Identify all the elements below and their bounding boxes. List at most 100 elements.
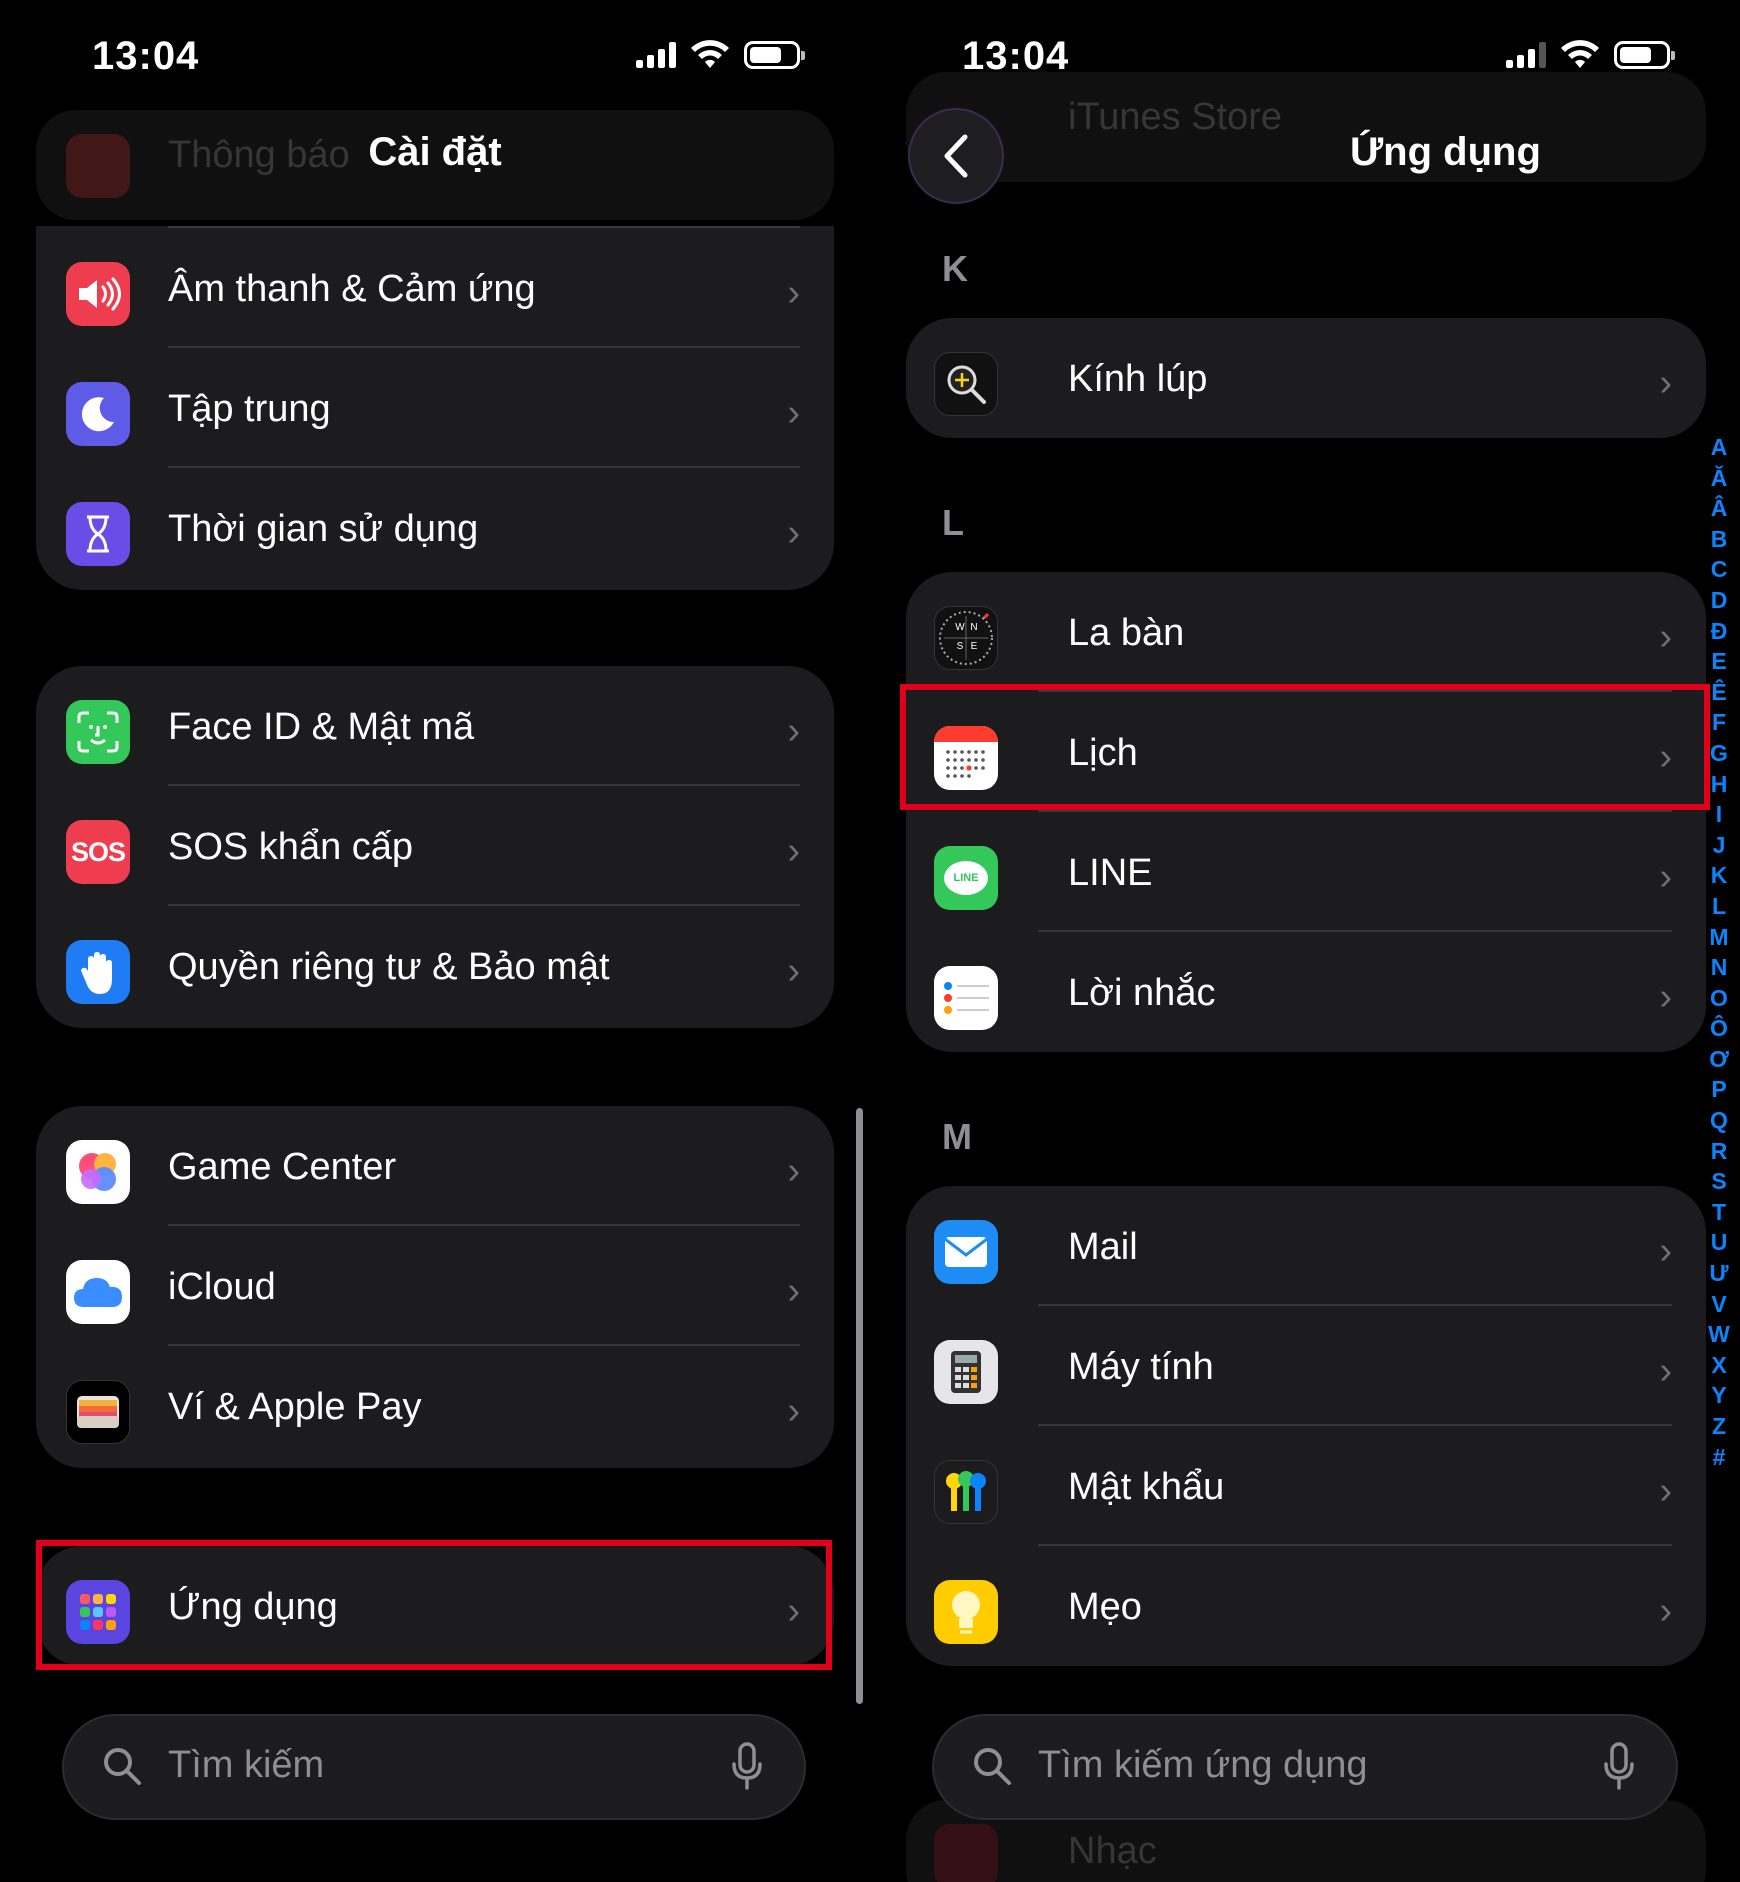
microphone-icon[interactable] — [732, 1742, 762, 1790]
line-icon-text: LINE — [944, 861, 988, 895]
row-focus[interactable]: Tập trung › — [36, 348, 834, 468]
index-letter[interactable]: L — [1712, 891, 1726, 922]
apps-group-l: WNSE La bàn › Lịch › LINE LINE › Lời nhắ… — [906, 572, 1706, 1052]
status-icons — [636, 40, 805, 70]
row-passwords[interactable]: Mật khẩu › — [906, 1426, 1706, 1546]
settings-group-2: Face ID & Mật mã › SOS SOS khẩn cấp › Qu… — [36, 666, 834, 1028]
status-icons — [1506, 40, 1675, 70]
index-letter[interactable]: Z — [1712, 1411, 1726, 1442]
calculator-icon — [934, 1340, 998, 1404]
sos-icon-text: SOS — [70, 836, 126, 867]
index-letter[interactable]: Ă — [1711, 463, 1728, 494]
index-letter[interactable]: J — [1713, 830, 1726, 861]
compass-letter: E — [970, 641, 978, 652]
chevron-right-icon: › — [1659, 1590, 1672, 1632]
hand-icon — [66, 940, 130, 1004]
game-center-icon — [66, 1140, 130, 1204]
chevron-right-icon: › — [787, 272, 800, 314]
keys-icon — [934, 1460, 998, 1524]
row-sos[interactable]: SOS SOS khẩn cấp › — [36, 786, 834, 906]
search-bar[interactable]: Tìm kiếm ứng dụng — [932, 1714, 1678, 1820]
index-letter[interactable]: U — [1711, 1227, 1728, 1258]
index-letter[interactable]: N — [1711, 952, 1728, 983]
wifi-icon — [1561, 40, 1599, 68]
index-letter[interactable]: H — [1711, 769, 1728, 800]
row-magnifier[interactable]: Kính lúp › — [906, 318, 1706, 438]
row-screen-time[interactable]: Thời gian sử dụng › — [36, 468, 834, 588]
row-line[interactable]: LINE LINE › — [906, 812, 1706, 932]
row-calendar[interactable]: Lịch › — [906, 692, 1706, 812]
row-reminders[interactable]: Lời nhắc › — [906, 932, 1706, 1052]
index-letter[interactable]: Ư — [1709, 1258, 1728, 1289]
index-letter[interactable]: I — [1716, 799, 1722, 830]
chevron-right-icon: › — [787, 512, 800, 554]
row-privacy[interactable]: Quyền riêng tư & Bảo mật › — [36, 906, 834, 1026]
index-letter[interactable]: E — [1711, 646, 1726, 677]
settings-group-3: Game Center › iCloud › Ví & Apple Pay › — [36, 1106, 834, 1468]
row-apps[interactable]: Ứng dụng › — [36, 1546, 834, 1666]
index-letter[interactable]: W — [1708, 1319, 1730, 1350]
index-letter[interactable]: M — [1709, 922, 1728, 953]
chevron-right-icon: › — [787, 1590, 800, 1632]
chevron-right-icon: › — [1659, 736, 1672, 778]
row-mail[interactable]: Mail › — [906, 1186, 1706, 1306]
compass-letter: W — [955, 622, 965, 633]
row-label: Lịch — [1068, 732, 1138, 774]
row-tips[interactable]: Mẹo › — [906, 1546, 1706, 1666]
index-letter[interactable]: Ô — [1710, 1013, 1728, 1044]
back-button[interactable] — [908, 108, 1004, 204]
row-label: Âm thanh & Cảm ứng — [168, 268, 536, 310]
index-letter[interactable]: V — [1711, 1289, 1726, 1320]
index-letter[interactable]: O — [1710, 983, 1728, 1014]
battery-icon — [744, 41, 805, 69]
battery-icon — [1614, 41, 1675, 69]
row-sound[interactable]: Âm thanh & Cảm ứng › — [36, 228, 834, 348]
microphone-icon[interactable] — [1604, 1742, 1634, 1790]
apps-group-k: Kính lúp › — [906, 318, 1706, 438]
index-letter[interactable]: # — [1713, 1442, 1726, 1473]
index-letter[interactable]: Đ — [1711, 616, 1728, 647]
row-icloud[interactable]: iCloud › — [36, 1226, 834, 1346]
index-letter[interactable]: G — [1710, 738, 1728, 769]
index-letter[interactable]: F — [1712, 707, 1726, 738]
search-bar[interactable]: Tìm kiếm — [62, 1714, 806, 1820]
page-title: Ứng dụng — [1350, 130, 1541, 174]
row-game-center[interactable]: Game Center › — [36, 1106, 834, 1226]
row-label: Máy tính — [1068, 1346, 1214, 1388]
index-letter[interactable]: R — [1711, 1136, 1728, 1167]
index-letter[interactable]: Ơ — [1709, 1044, 1729, 1075]
compass-letter: S — [956, 641, 964, 652]
index-letter[interactable]: Q — [1710, 1105, 1728, 1136]
index-letter[interactable]: X — [1711, 1350, 1726, 1381]
index-letter[interactable]: C — [1711, 554, 1728, 585]
row-label: iCloud — [168, 1266, 276, 1308]
index-letter[interactable]: Â — [1711, 493, 1728, 524]
index-letter[interactable]: S — [1711, 1166, 1726, 1197]
chevron-right-icon: › — [1659, 856, 1672, 898]
alphabet-index[interactable]: A Ă Â B C D Đ E Ê F G H I J K L M N O Ô Ơ P Q R S T U Ư V W X Y Z # — [1704, 432, 1734, 1472]
section-header-m: M — [942, 1116, 972, 1157]
scrollbar[interactable] — [856, 1108, 863, 1704]
row-wallet[interactable]: Ví & Apple Pay › — [36, 1346, 834, 1466]
compass-icon: WNSE — [934, 606, 998, 670]
lightbulb-icon — [934, 1580, 998, 1644]
settings-group-4: Ứng dụng › — [36, 1546, 834, 1666]
chevron-right-icon: › — [1659, 1350, 1672, 1392]
index-letter[interactable]: B — [1711, 524, 1728, 555]
row-compass[interactable]: WNSE La bàn › — [906, 572, 1706, 692]
index-letter[interactable]: K — [1711, 860, 1728, 891]
index-letter[interactable]: Y — [1711, 1380, 1726, 1411]
row-label: Mật khẩu — [1068, 1466, 1225, 1508]
row-label: Ví & Apple Pay — [168, 1386, 422, 1428]
index-letter[interactable]: Ê — [1711, 677, 1726, 708]
index-letter[interactable]: A — [1711, 432, 1728, 463]
ghost-label: Nhạc — [1068, 1830, 1157, 1872]
row-face-id[interactable]: Face ID & Mật mã › — [36, 666, 834, 786]
apps-grid-icon — [66, 1580, 130, 1644]
index-letter[interactable]: D — [1711, 585, 1728, 616]
index-letter[interactable]: T — [1712, 1197, 1726, 1228]
index-letter[interactable]: P — [1711, 1074, 1726, 1105]
row-calculator[interactable]: Máy tính › — [906, 1306, 1706, 1426]
settings-screen: 13:04 Thông báo Cài đặt Âm thanh & Cảm ứ… — [0, 0, 870, 1882]
row-label: Ứng dụng — [168, 1586, 338, 1628]
